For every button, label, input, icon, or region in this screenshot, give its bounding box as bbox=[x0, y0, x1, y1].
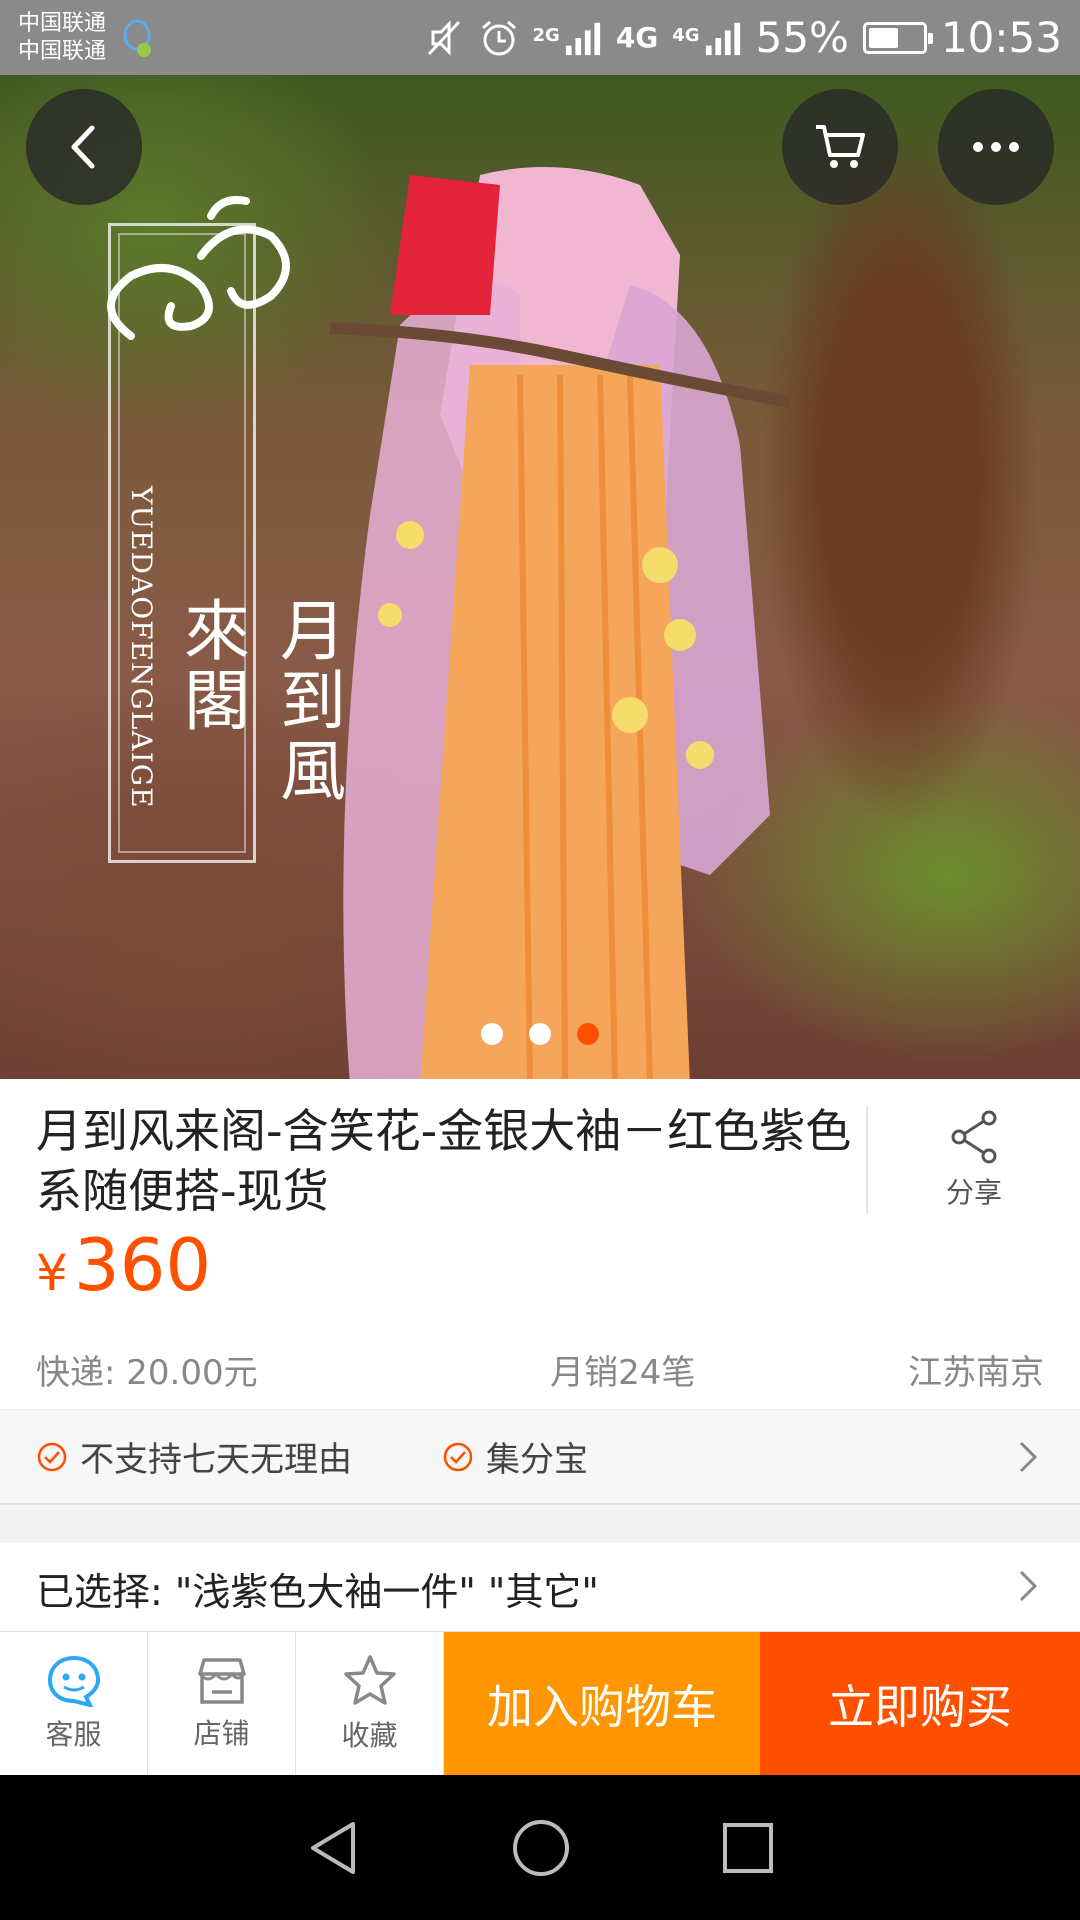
alarm-icon bbox=[481, 20, 516, 55]
service-guarantees[interactable]: 不支持七天无理由 集分宝 bbox=[0, 1409, 1080, 1505]
shop-label: 店铺 bbox=[193, 1716, 250, 1750]
battery-percent: 55% bbox=[755, 13, 849, 62]
chevron-right-icon bbox=[1019, 1441, 1038, 1472]
star-icon bbox=[343, 1654, 396, 1705]
shipping-fee: 快递: 20.00元 bbox=[36, 1353, 258, 1393]
mute-icon bbox=[427, 19, 460, 56]
carousel-dot bbox=[529, 1023, 551, 1045]
product-photo bbox=[330, 167, 790, 1079]
check-circle-icon bbox=[37, 1442, 67, 1471]
customer-service-label: 客服 bbox=[45, 1717, 102, 1751]
brand-swirl-logo bbox=[107, 196, 290, 340]
price-currency: ¥ bbox=[36, 1244, 68, 1302]
chevron-left-icon bbox=[71, 125, 95, 169]
network-4g-label-b: 4G bbox=[672, 25, 700, 46]
customer-service-icon bbox=[47, 1655, 100, 1707]
system-navigation-bar bbox=[0, 1775, 1080, 1920]
shop-button[interactable]: 店铺 bbox=[148, 1632, 296, 1775]
back-button[interactable] bbox=[26, 89, 142, 205]
nav-back-icon[interactable] bbox=[305, 1818, 361, 1878]
buy-now-button[interactable]: 立即购买 bbox=[760, 1632, 1080, 1775]
product-meta: 快递: 20.00元 月销24笔 江苏南京 bbox=[36, 1345, 1044, 1394]
check-circle-icon bbox=[443, 1442, 473, 1471]
more-dots-icon bbox=[973, 142, 1019, 152]
brand-chinese-text: 月到風來閣 bbox=[173, 596, 346, 806]
carrier-info: 中国联通 中国联通 bbox=[18, 10, 106, 66]
carousel-dot bbox=[577, 1023, 599, 1045]
shop-icon bbox=[197, 1657, 246, 1704]
more-options-button[interactable] bbox=[938, 89, 1054, 205]
network-2g-label: 2G bbox=[532, 25, 560, 46]
clock: 10:53 bbox=[940, 13, 1062, 62]
carousel-dot bbox=[481, 1023, 503, 1045]
carrier-2: 中国联通 bbox=[18, 38, 107, 64]
service-jifenbao: 集分宝 bbox=[442, 1432, 588, 1481]
network-4g-label-a: 4G bbox=[615, 21, 659, 54]
app-root: 中国联通 中国联通 2G 4G 4G 55% 10:53 YUEDAOFENGL… bbox=[0, 0, 1080, 1920]
favorite-label: 收藏 bbox=[341, 1718, 398, 1752]
share-icon bbox=[951, 1110, 997, 1164]
selected-sku-text: 已选择: "浅紫色大袖一件" "其它" bbox=[36, 1569, 599, 1614]
service-label: 集分宝 bbox=[486, 1440, 588, 1480]
cart-button[interactable] bbox=[782, 89, 898, 205]
battery-icon bbox=[862, 21, 933, 54]
nav-home-icon[interactable] bbox=[511, 1818, 571, 1878]
favorite-button[interactable]: 收藏 bbox=[296, 1632, 444, 1775]
customer-service-button[interactable]: 客服 bbox=[0, 1632, 148, 1775]
brand-watermark: YUEDAOFENGLAIGE 月到風來閣 bbox=[107, 196, 346, 863]
price: ¥ 360 bbox=[0, 1223, 1080, 1307]
bottom-action-bar: 客服 店铺 收藏 加入购物车 立即购买 bbox=[0, 1631, 1080, 1775]
share-label: 分享 bbox=[945, 1176, 1002, 1209]
ship-location: 江苏南京 bbox=[908, 1353, 1044, 1393]
brand-latin-text: YUEDAOFENGLAIGE bbox=[125, 486, 158, 809]
battery-level bbox=[868, 27, 898, 48]
service-no-7day-return: 不支持七天无理由 bbox=[36, 1432, 352, 1481]
carousel-indicator bbox=[0, 1023, 1080, 1045]
shopping-cart-icon bbox=[816, 125, 865, 168]
monthly-sales: 月销24笔 bbox=[550, 1353, 696, 1393]
product-image-carousel[interactable]: YUEDAOFENGLAIGE 月到風來閣 bbox=[0, 75, 1080, 1079]
status-bar: 中国联通 中国联通 2G 4G 4G 55% 10:53 bbox=[0, 0, 1080, 75]
carrier-1: 中国联通 bbox=[18, 10, 107, 36]
product-info: 月到风来阁-含笑花-金银大袖－红色紫色系随便搭-现货 分享 ¥ 360 快递: … bbox=[0, 1079, 1080, 1409]
nav-recents-icon[interactable] bbox=[721, 1821, 775, 1875]
product-title: 月到风来阁-含笑花-金银大袖－红色紫色系随便搭-现货 bbox=[36, 1104, 852, 1218]
signal-icon-2 bbox=[705, 22, 740, 55]
share-button[interactable]: 分享 bbox=[866, 1105, 1080, 1215]
price-value: 360 bbox=[73, 1223, 212, 1307]
chevron-right-icon bbox=[1019, 1570, 1038, 1602]
signal-icon-1 bbox=[565, 22, 600, 55]
service-label: 不支持七天无理由 bbox=[80, 1440, 352, 1480]
sku-selection-row[interactable]: 已选择: "浅紫色大袖一件" "其它" bbox=[0, 1543, 1080, 1633]
qq-notification-icon bbox=[123, 19, 152, 57]
add-to-cart-button[interactable]: 加入购物车 bbox=[444, 1632, 760, 1775]
